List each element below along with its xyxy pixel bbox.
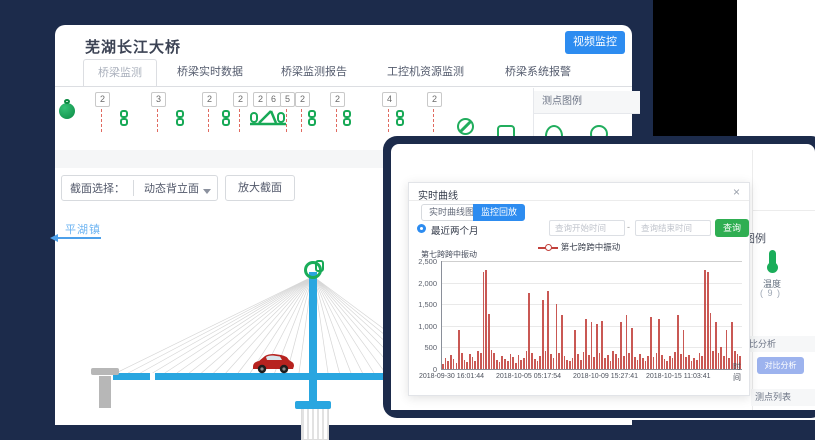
sensor-count-badge[interactable]: 3 — [151, 92, 166, 107]
realtime-curve-dialog: 实时曲线 × 实时曲线图 监控回放 最近两个月 - 查询 第七跨跨中振动 第七跨… — [408, 182, 750, 396]
thermometer-icon[interactable] — [767, 262, 778, 273]
close-icon[interactable]: × — [733, 185, 740, 199]
last-two-months-radio[interactable] — [417, 224, 426, 233]
query-button[interactable]: 查询 — [715, 219, 749, 237]
car-icon — [251, 352, 295, 375]
section-select-dropdown[interactable]: 动态背立面 — [133, 180, 217, 196]
y-tick-label: 500 — [413, 343, 437, 352]
tab-monitoring-report[interactable]: 桥梁监测报告 — [267, 59, 361, 85]
no-entry-icon[interactable] — [457, 118, 474, 135]
tab-system-alarm[interactable]: 桥梁系统报警 — [491, 59, 585, 85]
chain-link-icon[interactable] — [119, 110, 129, 128]
x-tick-label: 2018-10-09 15:27:41 — [573, 373, 638, 380]
tower-sensor-icon[interactable] — [304, 261, 322, 279]
bridge-schematic — [20, 235, 440, 425]
bridge-cables — [20, 235, 440, 425]
section-select-group: 截面选择： 动态背立面 — [61, 175, 218, 201]
chart-plot-area — [441, 261, 742, 370]
chain-link-icon[interactable] — [342, 110, 352, 128]
section-select-value: 动态背立面 — [144, 183, 199, 195]
temperature-count: ( 9 ) — [760, 288, 781, 298]
sensor-count-badge[interactable]: 2 — [233, 92, 248, 107]
sensor-count-badge[interactable]: 4 — [382, 92, 397, 107]
x-tick-label: 2018-10-15 11:03:41 — [646, 373, 710, 380]
alarm-line-icon — [301, 109, 302, 132]
compare-analysis-button[interactable]: 对比分析 — [757, 357, 804, 374]
vibration-chart: 第七跨跨中振动 2,500 2,000 1,500 1,000 500 0 20… — [413, 249, 747, 395]
query-start-input[interactable] — [549, 220, 625, 236]
tower-foundation — [301, 409, 329, 440]
alarm-line-icon — [157, 109, 158, 132]
alarm-line-icon — [388, 109, 389, 132]
alarm-line-icon — [433, 109, 434, 132]
sensor-count-badge[interactable]: 5 — [280, 92, 295, 107]
alarm-line-icon — [286, 109, 287, 132]
sensor-count-badge[interactable]: 6 — [266, 92, 281, 107]
bridge-pier — [91, 368, 119, 375]
bridge-pier — [99, 376, 111, 408]
x-tick-label: 2018-09-30 16:01:44 — [419, 373, 484, 380]
range-separator: - — [627, 222, 630, 232]
query-end-input[interactable] — [635, 220, 711, 236]
alarm-line-icon — [208, 109, 209, 132]
page-title: 芜湖长江大桥 — [85, 36, 181, 57]
bridge-structure-icon[interactable] — [249, 109, 287, 127]
dialog-header-divider — [409, 200, 749, 201]
chevron-down-icon — [203, 189, 211, 194]
tab-monitor-playback[interactable]: 监控回放 — [473, 204, 525, 221]
y-tick-label: 1,500 — [413, 300, 437, 309]
bridge-tower — [309, 272, 317, 413]
sensor-count-badge[interactable]: 2 — [95, 92, 110, 107]
sidebar-divider — [753, 210, 815, 211]
deck-joint — [150, 373, 155, 380]
x-axis-title: 时间 — [733, 361, 747, 383]
alarm-line-icon — [239, 109, 240, 132]
sensor-count-badge[interactable]: 2 — [330, 92, 345, 107]
sensor-count-badge[interactable]: 2 — [202, 92, 217, 107]
main-tabbar: 桥梁监测 桥梁实时数据 桥梁监测报告 工控机资源监测 桥梁系统报警 视频监控 — [55, 59, 632, 87]
chart-bars — [442, 261, 742, 369]
alarm-line-icon — [336, 109, 337, 132]
pendulum-sensor-icon[interactable] — [59, 103, 75, 119]
alarm-line-icon — [101, 109, 102, 132]
legend-panel-title: 测点图例 — [534, 91, 640, 114]
chain-link-icon[interactable] — [307, 110, 317, 128]
video-monitor-button[interactable]: 视频监控 — [565, 31, 625, 54]
y-tick-label: 2,500 — [413, 257, 437, 266]
chain-link-icon[interactable] — [221, 110, 231, 128]
enlarge-section-button[interactable]: 放大截面 — [225, 175, 295, 201]
section-select-label: 截面选择： — [62, 180, 133, 196]
tab-bridge-monitoring[interactable]: 桥梁监测 — [83, 59, 157, 86]
tab-ipc-resource[interactable]: 工控机资源监测 — [373, 59, 478, 85]
sidebar-divider — [752, 150, 753, 410]
radio-label: 最近两个月 — [431, 223, 479, 237]
x-tick-label: 2018-10-05 05:17:54 — [496, 373, 561, 380]
sensor-count-badge[interactable]: 2 — [427, 92, 442, 107]
video-blackout-region — [653, 0, 737, 140]
tower-base — [295, 401, 331, 409]
sensor-count-badge[interactable]: 2 — [295, 92, 310, 107]
tab-realtime-data[interactable]: 桥梁实时数据 — [163, 59, 257, 85]
chain-link-icon[interactable] — [175, 110, 185, 128]
point-list-header: 测点列表 — [751, 389, 815, 406]
chain-link-icon[interactable] — [395, 110, 405, 128]
y-tick-label: 1,000 — [413, 322, 437, 331]
y-tick-label: 2,000 — [413, 279, 437, 288]
